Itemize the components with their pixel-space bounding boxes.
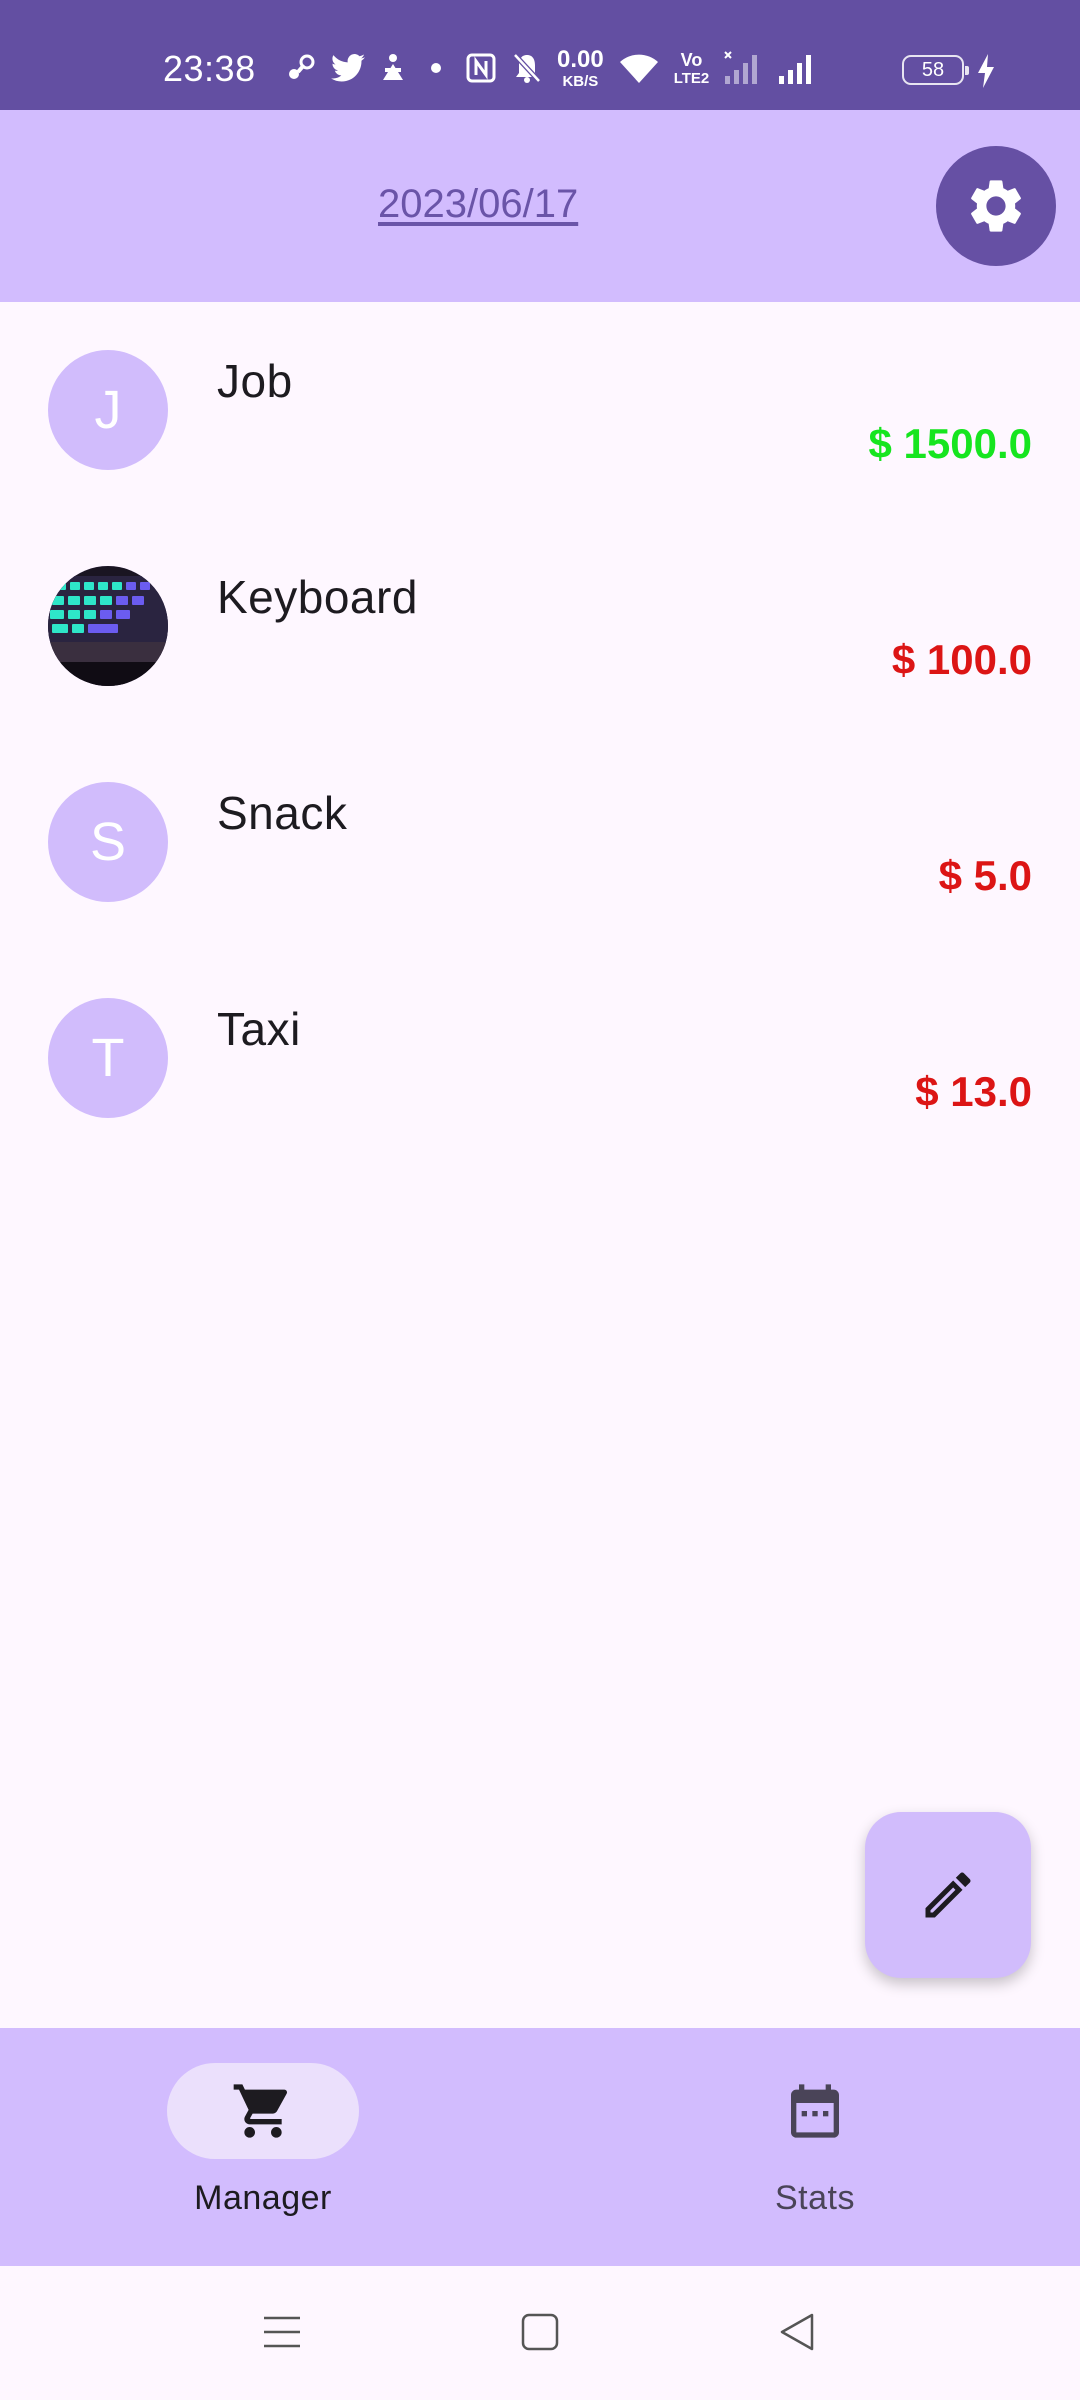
twitter-icon — [331, 54, 365, 82]
net-speed-unit: KB/S — [562, 72, 599, 90]
calendar-icon — [791, 2084, 839, 2138]
date-selector[interactable]: 2023/06/17 — [378, 182, 578, 227]
status-icons: 0.00 KB/S Vo LTE2 — [285, 46, 817, 90]
entry-list: J Job $ 1500.0 Keyboard $ 100.0 S Snack … — [0, 302, 1080, 1166]
menu-icon[interactable] — [262, 2312, 302, 2352]
item-amount: $ 1500.0 — [868, 420, 1033, 467]
gear-icon — [971, 180, 1021, 232]
volte-label: Vo — [680, 49, 703, 70]
item-amount: $ 5.0 — [938, 852, 1032, 899]
net-speed-value: 0.00 — [557, 45, 604, 73]
steam-icon — [289, 54, 315, 79]
avatar: J — [48, 350, 168, 470]
back-icon[interactable] — [778, 2312, 816, 2352]
volte-icon: Vo LTE2 — [674, 51, 710, 86]
wifi-icon — [619, 54, 658, 83]
avatar-letter: T — [91, 1028, 125, 1088]
pencil-icon — [925, 1872, 971, 1918]
list-item[interactable]: J Job $ 1500.0 — [0, 302, 1080, 518]
avatar-letter: J — [94, 380, 122, 440]
nav-indicator — [719, 2063, 911, 2159]
nav-label-manager: Manager — [194, 2179, 332, 2217]
item-amount: $ 13.0 — [915, 1068, 1032, 1115]
avatar: T — [48, 998, 168, 1118]
signal-1-icon — [724, 51, 758, 84]
nav-item-stats[interactable]: Stats — [665, 2063, 965, 2218]
app-header: 2023/06/17 — [0, 110, 1080, 302]
dot-icon — [431, 63, 441, 73]
net-speed: 0.00 KB/S — [557, 45, 604, 90]
item-name: Snack — [217, 787, 348, 839]
edit-fab-button[interactable] — [865, 1812, 1031, 1978]
settings-button[interactable] — [936, 146, 1056, 266]
system-navigation-bar — [0, 2266, 1080, 2400]
battery-level: 58 — [921, 58, 945, 81]
nav-item-manager[interactable]: Manager — [113, 2063, 413, 2218]
list-item[interactable]: Keyboard $ 100.0 — [0, 518, 1080, 734]
item-name: Keyboard — [217, 571, 418, 623]
list-item[interactable]: T Taxi $ 13.0 — [0, 950, 1080, 1166]
item-amount: $ 100.0 — [891, 636, 1032, 683]
keyboard-photo-image — [48, 566, 168, 686]
avatar-letter: S — [89, 812, 127, 872]
battery-icon: 58 — [902, 55, 969, 85]
keyboard-photo — [48, 566, 168, 686]
nav-label-stats: Stats — [775, 2179, 855, 2217]
list-item[interactable]: S Snack $ 5.0 — [0, 734, 1080, 950]
avatar: S — [48, 782, 168, 902]
status-bar: 23:38 0.00 KB/S Vo LTE2 58 — [0, 0, 1080, 110]
bell-muted-icon — [513, 53, 541, 83]
nav-indicator — [167, 2063, 359, 2159]
nfc-icon — [466, 53, 496, 83]
signal-2-icon — [779, 55, 812, 84]
item-name: Taxi — [217, 1003, 301, 1055]
lte-label: LTE2 — [673, 69, 710, 87]
cart-icon — [233, 2084, 288, 2138]
status-time: 23:38 — [163, 48, 256, 89]
app-icon — [383, 54, 403, 80]
item-name: Job — [217, 355, 293, 407]
charging-icon — [978, 54, 994, 88]
bottom-navigation: Manager Stats — [0, 2028, 1080, 2266]
home-icon[interactable] — [521, 2312, 559, 2352]
